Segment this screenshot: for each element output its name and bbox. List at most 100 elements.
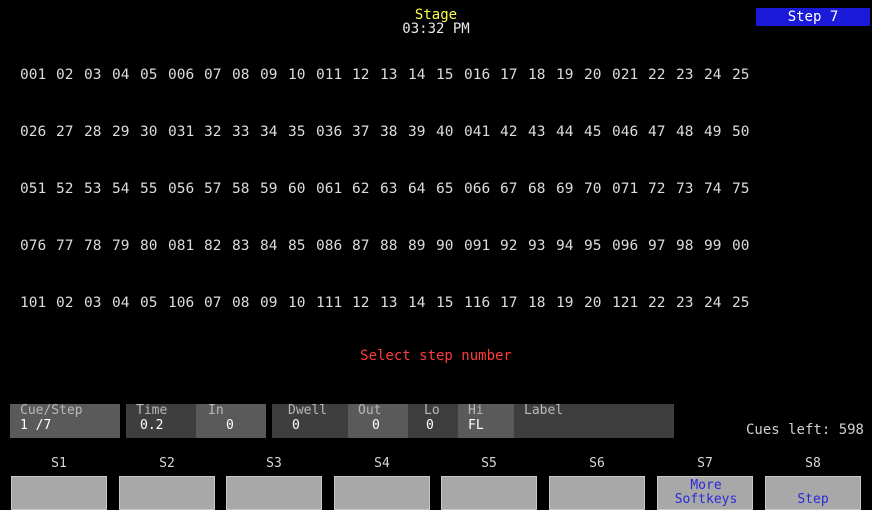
- channel-number[interactable]: 60: [288, 178, 316, 200]
- channel-number[interactable]: 50: [732, 121, 760, 143]
- channel-number[interactable]: 24: [704, 64, 732, 86]
- channel-number[interactable]: 53: [84, 178, 112, 200]
- field-in[interactable]: In 0: [196, 404, 266, 438]
- softkey-s8-step-button[interactable]: Step: [765, 476, 861, 510]
- channel-number[interactable]: 69: [556, 178, 584, 200]
- softkey-s7-more-softkeys-button[interactable]: More Softkeys: [657, 476, 753, 510]
- channel-number[interactable]: 02: [56, 64, 84, 86]
- channel-number[interactable]: 011: [316, 64, 352, 86]
- channel-number[interactable]: 32: [204, 121, 232, 143]
- channel-number[interactable]: 00: [732, 235, 760, 257]
- channel-number[interactable]: 57: [204, 178, 232, 200]
- softkey-s4-button[interactable]: [334, 476, 430, 510]
- channel-number[interactable]: 19: [556, 292, 584, 314]
- channel-number[interactable]: 08: [232, 64, 260, 86]
- channel-number[interactable]: 18: [528, 64, 556, 86]
- channel-number[interactable]: 03: [84, 292, 112, 314]
- channel-number[interactable]: 04: [112, 292, 140, 314]
- channel-number[interactable]: 93: [528, 235, 556, 257]
- channel-number[interactable]: 17: [500, 64, 528, 86]
- field-out[interactable]: Out 0: [348, 404, 408, 438]
- channel-number[interactable]: 55: [140, 178, 168, 200]
- channel-number[interactable]: 046: [612, 121, 648, 143]
- field-label-text[interactable]: Label: [514, 404, 674, 438]
- channel-number[interactable]: 45: [584, 121, 612, 143]
- channel-number[interactable]: 27: [56, 121, 84, 143]
- channel-number[interactable]: 12: [352, 292, 380, 314]
- channel-number[interactable]: 111: [316, 292, 352, 314]
- channel-number[interactable]: 041: [464, 121, 500, 143]
- channel-number[interactable]: 42: [500, 121, 528, 143]
- channel-number[interactable]: 37: [352, 121, 380, 143]
- channel-number[interactable]: 021: [612, 64, 648, 86]
- channel-number[interactable]: 24: [704, 292, 732, 314]
- channel-number[interactable]: 65: [436, 178, 464, 200]
- channel-number[interactable]: 09: [260, 292, 288, 314]
- channel-number[interactable]: 031: [168, 121, 204, 143]
- channel-number[interactable]: 90: [436, 235, 464, 257]
- channel-number[interactable]: 48: [676, 121, 704, 143]
- channel-number[interactable]: 73: [676, 178, 704, 200]
- channel-number[interactable]: 121: [612, 292, 648, 314]
- channel-number[interactable]: 006: [168, 64, 204, 86]
- channel-number[interactable]: 10: [288, 292, 316, 314]
- channel-number[interactable]: 08: [232, 292, 260, 314]
- channel-number[interactable]: 066: [464, 178, 500, 200]
- channel-number[interactable]: 85: [288, 235, 316, 257]
- field-cue-step[interactable]: Cue/Step 1 /7: [10, 404, 120, 438]
- channel-number[interactable]: 22: [648, 64, 676, 86]
- field-time[interactable]: Time 0.2: [126, 404, 196, 438]
- channel-number[interactable]: 87: [352, 235, 380, 257]
- channel-number[interactable]: 84: [260, 235, 288, 257]
- channel-number[interactable]: 92: [500, 235, 528, 257]
- softkey-s5-button[interactable]: [441, 476, 537, 510]
- channel-number[interactable]: 14: [408, 292, 436, 314]
- channel-number[interactable]: 43: [528, 121, 556, 143]
- channel-number[interactable]: 82: [204, 235, 232, 257]
- channel-number[interactable]: 59: [260, 178, 288, 200]
- channel-number[interactable]: 52: [56, 178, 84, 200]
- channel-number[interactable]: 17: [500, 292, 528, 314]
- channel-number[interactable]: 23: [676, 292, 704, 314]
- channel-number[interactable]: 83: [232, 235, 260, 257]
- channel-number[interactable]: 58: [232, 178, 260, 200]
- channel-number[interactable]: 15: [436, 292, 464, 314]
- channel-number[interactable]: 49: [704, 121, 732, 143]
- channel-number[interactable]: 051: [20, 178, 56, 200]
- channel-number[interactable]: 47: [648, 121, 676, 143]
- channel-number[interactable]: 061: [316, 178, 352, 200]
- channel-number[interactable]: 40: [436, 121, 464, 143]
- channel-number[interactable]: 98: [676, 235, 704, 257]
- channel-number[interactable]: 14: [408, 64, 436, 86]
- channel-number[interactable]: 28: [84, 121, 112, 143]
- channel-number[interactable]: 23: [676, 64, 704, 86]
- channel-number[interactable]: 07: [204, 292, 232, 314]
- channel-number[interactable]: 001: [20, 64, 56, 86]
- channel-number[interactable]: 54: [112, 178, 140, 200]
- channel-number[interactable]: 22: [648, 292, 676, 314]
- channel-number[interactable]: 19: [556, 64, 584, 86]
- channel-number[interactable]: 13: [380, 292, 408, 314]
- channel-number[interactable]: 20: [584, 292, 612, 314]
- channel-number[interactable]: 07: [204, 64, 232, 86]
- channel-number[interactable]: 39: [408, 121, 436, 143]
- channel-number[interactable]: 09: [260, 64, 288, 86]
- channel-number[interactable]: 25: [732, 292, 760, 314]
- channel-number[interactable]: 20: [584, 64, 612, 86]
- field-lo[interactable]: Lo 0: [408, 404, 458, 438]
- channel-number[interactable]: 03: [84, 64, 112, 86]
- channel-number[interactable]: 88: [380, 235, 408, 257]
- channel-number[interactable]: 38: [380, 121, 408, 143]
- channel-number[interactable]: 071: [612, 178, 648, 200]
- channel-number[interactable]: 77: [56, 235, 84, 257]
- softkey-s2-button[interactable]: [119, 476, 215, 510]
- channel-number[interactable]: 70: [584, 178, 612, 200]
- channel-number[interactable]: 72: [648, 178, 676, 200]
- channel-number[interactable]: 44: [556, 121, 584, 143]
- channel-number[interactable]: 106: [168, 292, 204, 314]
- channel-number[interactable]: 091: [464, 235, 500, 257]
- channel-number[interactable]: 056: [168, 178, 204, 200]
- channel-number[interactable]: 79: [112, 235, 140, 257]
- channel-number[interactable]: 64: [408, 178, 436, 200]
- channel-number[interactable]: 116: [464, 292, 500, 314]
